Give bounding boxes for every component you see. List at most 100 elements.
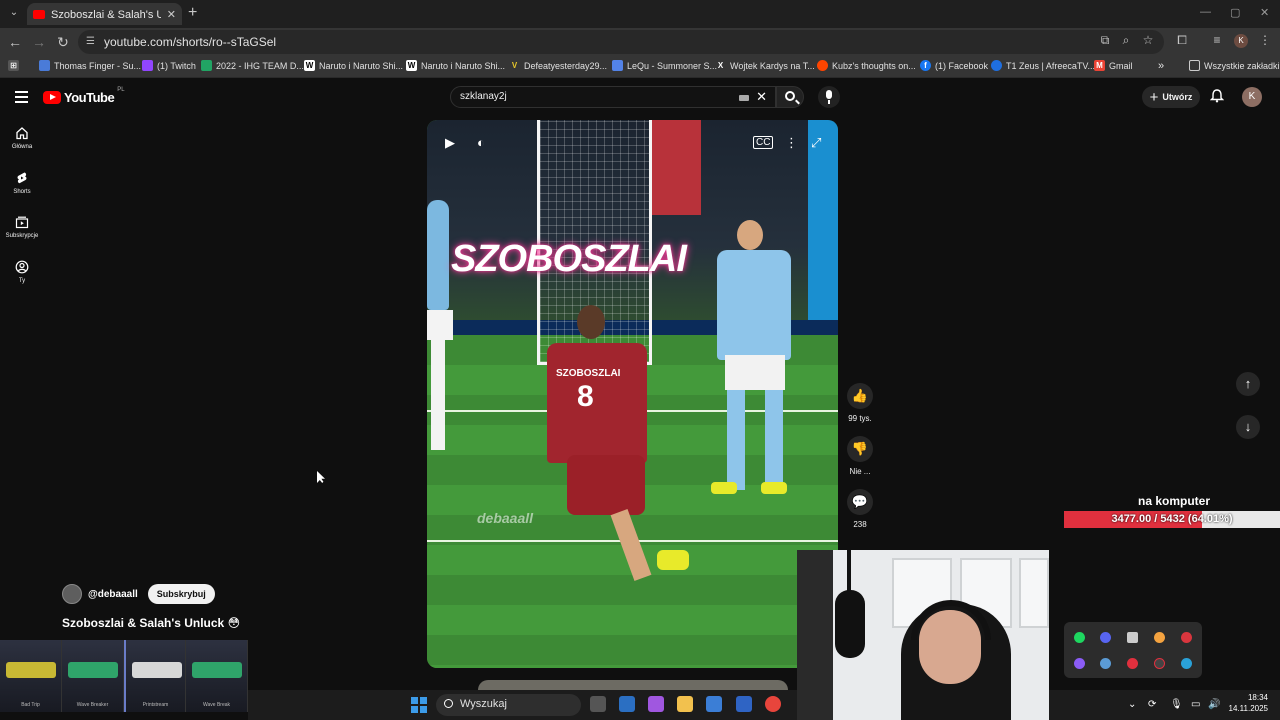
- back-icon[interactable]: ←: [7, 34, 23, 50]
- maximize-icon[interactable]: ▢: [1230, 6, 1240, 19]
- bookmark-item[interactable]: M Gmail: [1094, 60, 1133, 71]
- volume-icon[interactable]: ◐: [477, 136, 485, 150]
- browser-toolbar: ← → ↻ ☰ youtube.com/shorts/ro--sTaGSel ⧉…: [0, 28, 1280, 56]
- apps-grid-icon[interactable]: ⊞: [8, 60, 19, 71]
- task-view-icon[interactable]: [590, 696, 606, 712]
- voice-search-button[interactable]: [818, 86, 840, 108]
- mic-icon[interactable]: 🎙: [1170, 699, 1183, 710]
- network-app-icon[interactable]: [1181, 658, 1192, 669]
- start-button[interactable]: [411, 697, 427, 713]
- guide-item-you[interactable]: Ty: [0, 260, 44, 284]
- drive-icon[interactable]: [1127, 632, 1138, 643]
- browser-tab-active[interactable]: Szoboszlai & Salah's Unluck 😳 ✕: [27, 3, 182, 25]
- hamburger-menu-icon[interactable]: [15, 91, 28, 103]
- channel-avatar[interactable]: [62, 584, 82, 604]
- spotify-icon[interactable]: [1074, 632, 1085, 643]
- previous-short-button[interactable]: ↑: [1236, 372, 1260, 396]
- keyboard-icon[interactable]: [739, 95, 749, 101]
- bookmark-item[interactable]: Thomas Finger - Su...: [39, 60, 141, 71]
- mouse-cursor: [317, 471, 325, 483]
- bookmark-item[interactable]: W Naruto i Naruto Shi...: [304, 60, 403, 71]
- guide-item-subscriptions[interactable]: Subskrypcje: [0, 215, 44, 239]
- dislike-button[interactable]: 👎 Nie ...: [842, 436, 878, 476]
- copilot-icon[interactable]: [648, 696, 664, 712]
- app-icon[interactable]: [736, 696, 752, 712]
- account-avatar[interactable]: K: [1242, 87, 1262, 107]
- thumbs-up-icon: 👍: [847, 383, 873, 409]
- chrome-icon[interactable]: [765, 696, 781, 712]
- subscribe-button[interactable]: Subskrybuj: [147, 584, 215, 604]
- feather-icon[interactable]: [1074, 658, 1085, 669]
- obs-icon[interactable]: [1154, 658, 1165, 669]
- short-title[interactable]: Szoboszlai & Salah's Unluck 😳: [62, 616, 240, 630]
- discord-icon[interactable]: [1100, 632, 1111, 643]
- next-short-button[interactable]: ↓: [1236, 415, 1260, 439]
- more-bookmarks-icon[interactable]: »: [1158, 60, 1164, 72]
- bookmark-item[interactable]: V Defeatyesterday29...: [509, 60, 607, 71]
- store-icon[interactable]: [706, 696, 722, 712]
- skin-card: Wave Break: [186, 640, 248, 712]
- display-icon[interactable]: ▭: [1191, 699, 1200, 710]
- shorts-video-player[interactable]: 47 SZOBOSZLAI 8 SZOBOSZLAI debaaall ▶ ◐ …: [427, 120, 838, 668]
- bookmark-star-icon[interactable]: ☆: [1141, 33, 1155, 47]
- new-tab-button[interactable]: +: [188, 4, 197, 22]
- region-code: PL: [117, 87, 125, 93]
- bookmark-item[interactable]: 2022 - IHG TEAM D...: [201, 60, 304, 71]
- tab-search-icon[interactable]: ⌄: [6, 5, 22, 21]
- media-controls-icon[interactable]: ≡: [1210, 33, 1224, 47]
- bookmark-item[interactable]: X Wojtek Kardys na T...: [715, 60, 815, 71]
- reddit-icon: [817, 60, 828, 71]
- outlook-icon[interactable]: [619, 696, 635, 712]
- close-tab-icon[interactable]: ✕: [167, 8, 176, 21]
- bookmark-item[interactable]: Kubz's thoughts on...: [817, 60, 916, 71]
- bookmark-item[interactable]: T1 Zeus | AfreecaTV...: [991, 60, 1095, 71]
- site-info-icon[interactable]: ☰: [86, 36, 98, 48]
- forward-icon[interactable]: →: [31, 34, 47, 50]
- guide-item-home[interactable]: Główna: [0, 126, 44, 150]
- minimize-icon[interactable]: —: [1200, 6, 1211, 18]
- browser-profile-avatar[interactable]: K: [1234, 34, 1248, 48]
- zoom-icon[interactable]: ⌕: [1119, 33, 1133, 47]
- cloud-icon[interactable]: [1154, 632, 1165, 643]
- more-options-icon[interactable]: ⋮: [785, 136, 798, 150]
- mic-mute-icon[interactable]: [1181, 632, 1192, 643]
- browser-menu-icon[interactable]: ⋮: [1258, 33, 1272, 47]
- search-button[interactable]: [776, 86, 804, 108]
- sheets-icon: [201, 60, 212, 71]
- youtube-logo[interactable]: YouTube PL: [43, 87, 125, 105]
- bookmark-item[interactable]: LeQu - Summoner S...: [612, 60, 717, 71]
- file-explorer-icon[interactable]: [677, 696, 693, 712]
- play-icon[interactable]: ▶: [445, 136, 455, 150]
- record-icon[interactable]: [1127, 658, 1138, 669]
- extensions-icon[interactable]: ⧠: [1175, 33, 1189, 47]
- bookmark-item[interactable]: W Naruto i Naruto Shi...: [406, 60, 505, 71]
- all-bookmarks-folder[interactable]: Wszystkie zakładki: [1189, 60, 1280, 71]
- taskbar-clock[interactable]: 18:34 14.11.2025: [1226, 692, 1268, 714]
- afreeca-icon: [991, 60, 1002, 71]
- bookmark-item[interactable]: (1) Twitch: [142, 60, 196, 71]
- sync-icon[interactable]: ⟳: [1148, 699, 1156, 710]
- comments-button[interactable]: 💬 238: [842, 489, 878, 529]
- address-bar[interactable]: ☰ youtube.com/shorts/ro--sTaGSel: [78, 30, 1164, 54]
- notifications-bell-icon[interactable]: [1210, 89, 1224, 103]
- volume-icon[interactable]: 🔊: [1208, 699, 1220, 710]
- fullscreen-icon[interactable]: ⤢: [811, 136, 821, 150]
- bookmark-label: Defeatyesterday29...: [524, 60, 608, 71]
- install-app-icon[interactable]: ⧉: [1098, 33, 1112, 47]
- create-button[interactable]: + Utwórz: [1142, 86, 1200, 108]
- taskbar-search[interactable]: Wyszukaj: [436, 694, 581, 716]
- you-icon: [15, 260, 29, 274]
- steam-icon[interactable]: [1100, 658, 1111, 669]
- like-button[interactable]: 👍 99 tys.: [842, 383, 878, 423]
- bookmark-item[interactable]: f (1) Facebook: [920, 60, 988, 71]
- tray-chevron-icon[interactable]: ⌄: [1128, 699, 1136, 710]
- close-window-icon[interactable]: ✕: [1260, 6, 1269, 19]
- captions-icon[interactable]: CC: [753, 136, 774, 149]
- tray-overflow-popup: [1064, 622, 1202, 678]
- clear-search-icon[interactable]: ✕: [756, 89, 767, 105]
- reload-icon[interactable]: ↻: [55, 34, 71, 50]
- url-text: youtube.com/shorts/ro--sTaGSel: [104, 35, 277, 49]
- channel-handle[interactable]: @debaaall: [88, 589, 138, 600]
- search-input[interactable]: szklanay2j ✕: [450, 86, 776, 108]
- guide-item-shorts[interactable]: Shorts: [0, 171, 44, 195]
